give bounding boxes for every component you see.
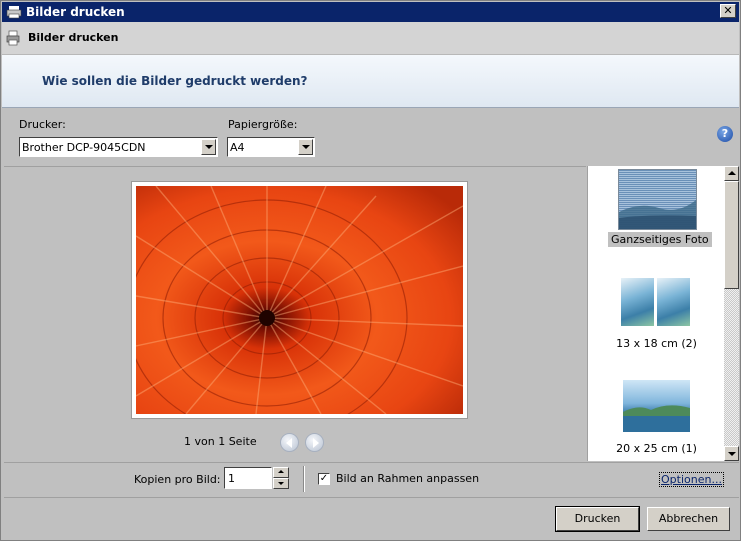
spin-up-icon[interactable] [273, 467, 289, 478]
spin-down-icon[interactable] [273, 478, 289, 489]
chevron-down-icon[interactable] [298, 139, 313, 155]
paper-size-label: Papiergröße: [228, 118, 298, 131]
layout-item-full-page[interactable]: Ganzseitiges Foto [588, 166, 725, 256]
page-counter: 1 von 1 Seite [184, 435, 257, 448]
layout-item-13x18[interactable]: 13 x 18 cm (2) [588, 266, 725, 356]
printer-label: Drucker: [19, 118, 66, 131]
printer-icon [6, 6, 22, 19]
title-bar[interactable]: Bilder drucken ✕ [2, 2, 739, 22]
scroll-thumb[interactable] [724, 181, 739, 289]
print-preview: 1 von 1 Seite [4, 166, 586, 462]
instruction-text: Wie sollen die Bilder gedruckt werden? [42, 74, 308, 88]
layout-item-20x25[interactable]: 20 x 25 cm (1) [588, 371, 725, 461]
next-page-icon[interactable] [305, 433, 324, 452]
paper-size-value: A4 [230, 141, 245, 154]
print-dialog: Bilder drucken ✕ Bilder drucken Wie soll… [0, 0, 741, 541]
help-icon[interactable]: ? [717, 126, 733, 142]
print-button[interactable]: Drucken [555, 506, 640, 532]
copies-value: 1 [228, 472, 235, 485]
preview-page [131, 181, 468, 419]
layout-scrollbar[interactable] [724, 166, 739, 461]
printer-value: Brother DCP-9045CDN [22, 141, 146, 154]
layout-thumbnail [657, 278, 690, 326]
scroll-up-icon[interactable] [724, 166, 739, 181]
copies-input[interactable]: 1 [224, 467, 272, 489]
layout-thumbnail [618, 169, 697, 230]
copies-label: Kopien pro Bild: [134, 473, 221, 486]
photo-preview [136, 186, 463, 414]
previous-page-icon[interactable] [280, 433, 299, 452]
scroll-down-icon[interactable] [724, 446, 739, 461]
printer-icon [6, 30, 20, 46]
layout-thumbnail [623, 380, 690, 432]
dialog-header: Bilder drucken [2, 22, 739, 55]
separator [303, 466, 305, 492]
chevron-down-icon[interactable] [201, 139, 216, 155]
fit-to-frame-checkbox[interactable]: ✓ [318, 473, 330, 485]
header-title: Bilder drucken [28, 31, 119, 44]
checkmark-icon: ✓ [319, 473, 329, 484]
fit-to-frame-label: Bild an Rahmen anpassen [336, 472, 480, 485]
instruction-banner: Wie sollen die Bilder gedruckt werden? [2, 55, 739, 108]
flower-image [136, 186, 463, 414]
layout-caption: 13 x 18 cm (2) [616, 337, 697, 350]
options-link[interactable]: Optionen... [659, 472, 724, 487]
layout-list: Ganzseitiges Foto 13 x 18 cm (2) 20 x 25… [587, 166, 725, 461]
layout-thumbnail-image [623, 405, 690, 432]
layout-thumbnail [621, 278, 654, 326]
window-title: Bilder drucken [26, 5, 125, 19]
layout-thumbnail-image [619, 200, 696, 229]
layout-caption: 20 x 25 cm (1) [616, 442, 697, 455]
close-icon[interactable]: ✕ [720, 4, 736, 18]
printer-select[interactable]: Brother DCP-9045CDN [19, 137, 218, 157]
layout-caption: Ganzseitiges Foto [608, 232, 712, 247]
paper-size-select[interactable]: A4 [227, 137, 315, 157]
cancel-button[interactable]: Abbrechen [647, 507, 730, 531]
